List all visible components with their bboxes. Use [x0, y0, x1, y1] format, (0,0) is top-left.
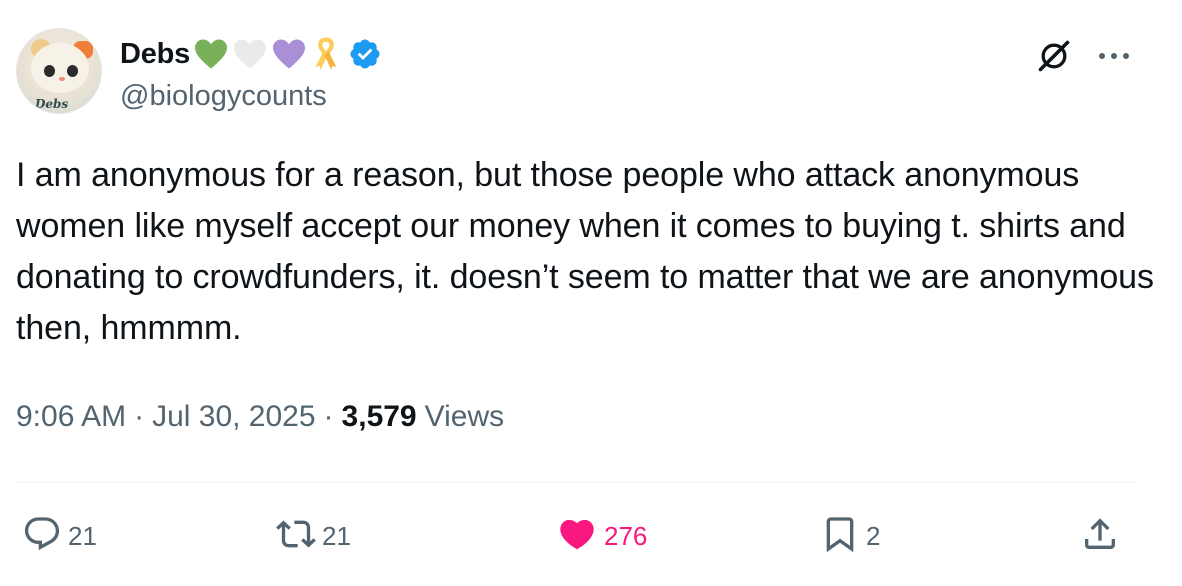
- repost-count: 21: [322, 520, 351, 551]
- bookmark-count: 2: [866, 520, 881, 551]
- meta-separator: ·: [323, 400, 334, 433]
- display-name[interactable]: Debs: [120, 38, 190, 71]
- tweet-text: I am anonymous for a reason, but those p…: [16, 156, 1154, 347]
- divider: [16, 482, 1138, 483]
- purple-heart-emoji: [271, 38, 307, 70]
- avatar[interactable]: Debs: [16, 28, 102, 114]
- reply-count: 21: [68, 520, 97, 551]
- share-button[interactable]: [1080, 508, 1120, 564]
- bookmark-button[interactable]: 2: [820, 508, 880, 564]
- tweet-meta: 9:06 AM · Jul 30, 2025 · 3,579 Views: [16, 395, 504, 439]
- bookmark-icon: [820, 514, 860, 559]
- avatar-eye-right: [67, 65, 78, 77]
- tweet-date[interactable]: Jul 30, 2025: [152, 400, 315, 434]
- like-count: 276: [604, 520, 648, 551]
- like-button[interactable]: 276: [556, 508, 647, 564]
- white-heart-emoji: [232, 38, 268, 70]
- grok-icon[interactable]: [1034, 36, 1074, 76]
- repost-button[interactable]: 21: [276, 508, 351, 564]
- name-row: Debs: [120, 36, 382, 72]
- avatar-eye-left: [44, 65, 55, 77]
- tweet-time[interactable]: 9:06 AM: [16, 400, 126, 434]
- avatar-nose: [59, 77, 65, 81]
- avatar-face: [31, 43, 89, 93]
- more-icon[interactable]: [1094, 38, 1134, 74]
- ribbon-emoji: [310, 37, 342, 71]
- meta-separator: ·: [134, 400, 145, 433]
- user-handle[interactable]: @biologycounts: [120, 80, 327, 113]
- share-icon: [1080, 514, 1120, 559]
- reply-button[interactable]: 21: [22, 508, 97, 564]
- views-count: 3,579: [341, 400, 417, 433]
- verified-badge-icon[interactable]: [348, 37, 382, 71]
- tweet-header: Debs Debs @biologycounts: [16, 28, 1166, 124]
- green-heart-emoji: [193, 38, 229, 70]
- action-bar: 21 21 276 2: [0, 508, 1182, 564]
- repost-icon: [276, 514, 316, 559]
- heart-icon: [556, 514, 598, 559]
- avatar-tag-text: Debs: [35, 97, 69, 111]
- reply-icon: [22, 514, 62, 559]
- views-label: Views: [424, 400, 505, 433]
